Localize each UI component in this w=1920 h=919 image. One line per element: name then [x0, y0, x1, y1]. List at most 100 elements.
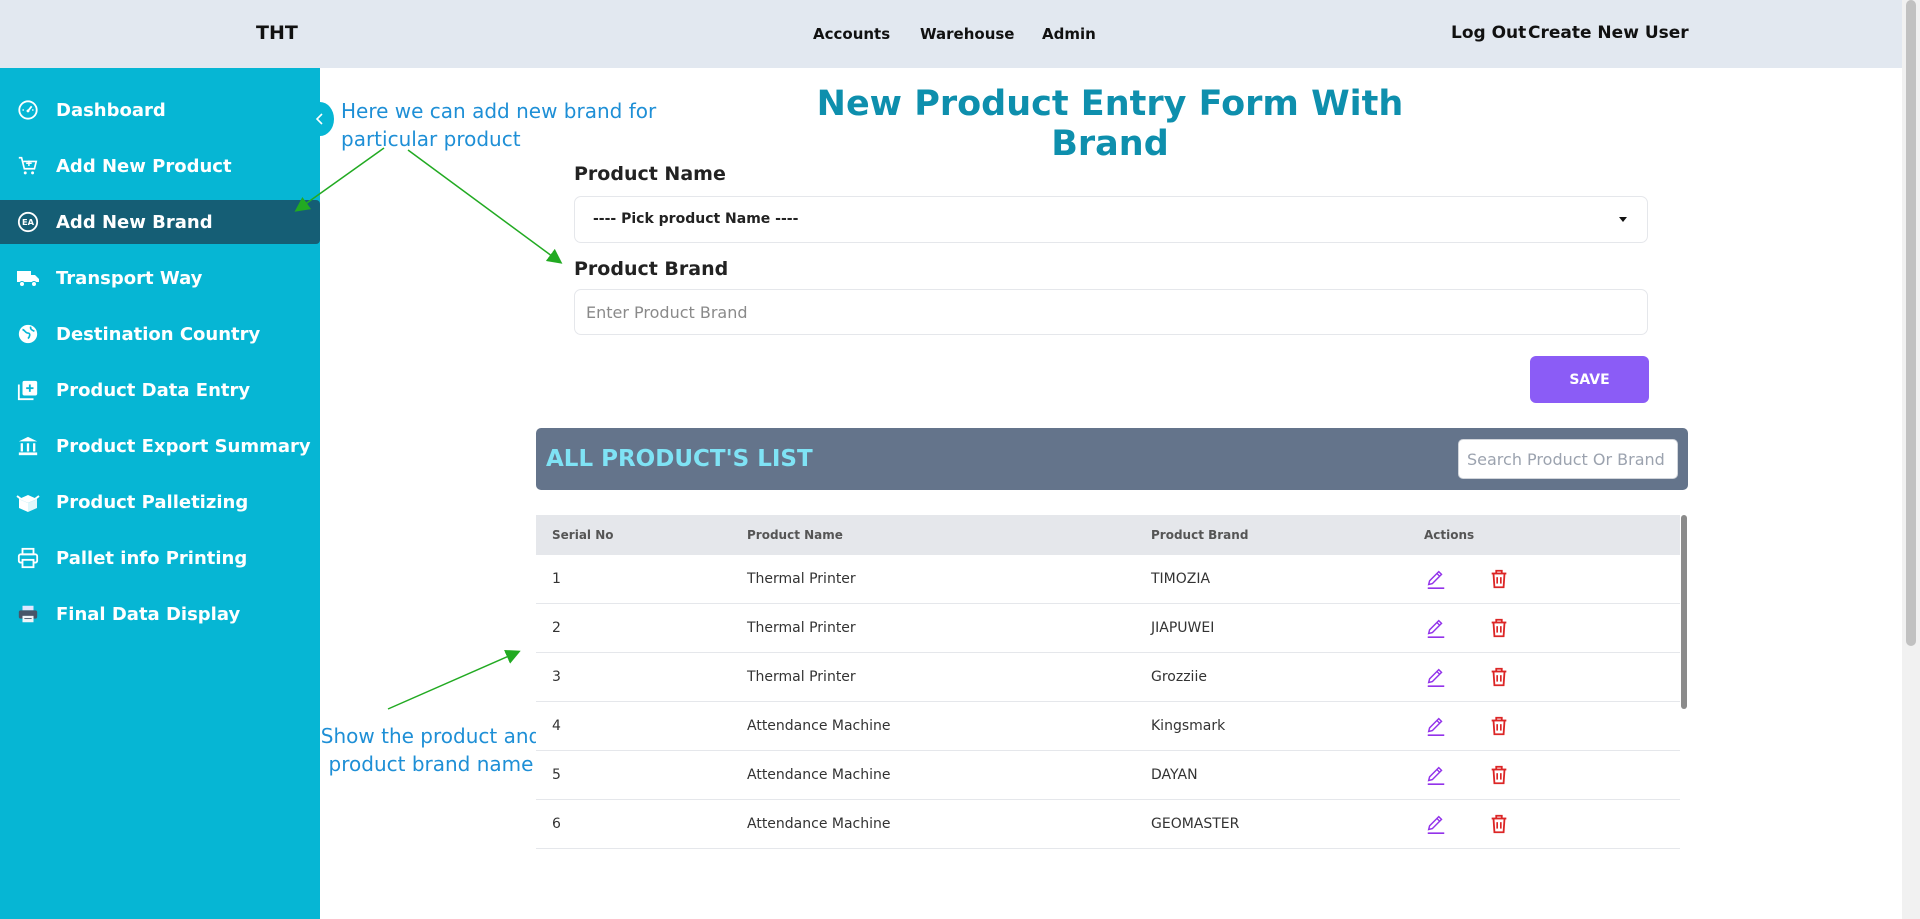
edit-icon[interactable] [1425, 813, 1447, 835]
printer-icon [16, 546, 40, 570]
arrow-to-table [387, 649, 521, 710]
delete-icon[interactable] [1488, 715, 1510, 737]
cell-product-name: Thermal Printer [747, 571, 856, 587]
sidebar-item-transport-way[interactable]: Transport Way [0, 256, 320, 300]
sidebar-item-label: Product Palletizing [56, 491, 249, 513]
cell-product-brand: DAYAN [1151, 767, 1198, 783]
column-header-product-name: Product Name [747, 528, 843, 542]
sidebar-item-label: Add New Brand [56, 211, 213, 233]
sidebar-item-label: Product Data Entry [56, 379, 251, 401]
arrow-to-brand-field [407, 149, 563, 264]
sidebar-item-final-data-display[interactable]: Final Data Display [0, 592, 320, 636]
create-user-link[interactable]: Create New User [1528, 23, 1689, 43]
cell-serial: 2 [552, 620, 561, 636]
sidebar-item-label: Final Data Display [56, 603, 241, 625]
top-navbar: THT Accounts Warehouse Admin Log Out Cre… [0, 0, 1902, 68]
bank-icon [16, 434, 40, 458]
sidebar-item-label: Transport Way [56, 267, 203, 289]
cell-serial: 4 [552, 718, 561, 734]
search-input[interactable] [1458, 439, 1678, 479]
column-header-actions: Actions [1424, 528, 1475, 542]
sidebar-item-product-export-summary[interactable]: Product Export Summary [0, 424, 320, 468]
truck-icon [16, 266, 40, 290]
table-row: 4 Attendance Machine Kingsmark [536, 702, 1680, 751]
chevron-left-icon [315, 113, 323, 125]
package-icon [16, 490, 40, 514]
app-brand[interactable]: THT [256, 22, 298, 44]
cell-serial: 6 [552, 816, 561, 832]
delete-icon[interactable] [1488, 617, 1510, 639]
cart-icon [16, 154, 40, 178]
delete-icon[interactable] [1488, 568, 1510, 590]
nav-admin[interactable]: Admin [1042, 25, 1096, 43]
edit-icon[interactable] [1425, 715, 1447, 737]
svg-text:EA: EA [22, 217, 35, 227]
delete-icon[interactable] [1488, 666, 1510, 688]
product-name-label: Product Name [574, 163, 726, 185]
cell-product-name: Attendance Machine [747, 718, 891, 734]
cell-serial: 1 [552, 571, 561, 587]
page-title: New Product Entry Form With Brand [816, 84, 1404, 164]
ea-brand-icon: EA [16, 210, 40, 234]
column-header-product-brand: Product Brand [1151, 528, 1249, 542]
cell-product-name: Thermal Printer [747, 669, 856, 685]
table-row: 2 Thermal Printer JIAPUWEI [536, 604, 1680, 653]
annotation-note-list: Show the product and product brand name [320, 724, 542, 776]
edit-icon[interactable] [1425, 666, 1447, 688]
table-row: 1 Thermal Printer TIMOZIA [536, 555, 1680, 604]
cell-product-brand: TIMOZIA [1151, 571, 1211, 587]
globe-icon [16, 322, 40, 346]
nav-accounts[interactable]: Accounts [813, 25, 890, 43]
logout-link[interactable]: Log Out [1451, 23, 1526, 43]
product-brand-input[interactable] [574, 289, 1648, 335]
page-scrollbar-thumb[interactable] [1906, 0, 1916, 646]
add-box-icon [16, 378, 40, 402]
cell-product-name: Attendance Machine [747, 767, 891, 783]
sidebar-item-product-palletizing[interactable]: Product Palletizing [0, 480, 320, 524]
edit-icon[interactable] [1425, 617, 1447, 639]
sidebar-item-pallet-info-printing[interactable]: Pallet info Printing [0, 536, 320, 580]
table-scrollbar[interactable] [1681, 515, 1687, 709]
save-button[interactable]: SAVE [1530, 356, 1649, 403]
sidebar-collapse-button[interactable] [306, 102, 334, 136]
table-header: Serial No Product Name Product Brand Act… [536, 515, 1680, 555]
sidebar-item-destination-country[interactable]: Destination Country [0, 312, 320, 356]
cell-product-brand: GEOMASTER [1151, 816, 1240, 832]
sidebar-item-product-data-entry[interactable]: Product Data Entry [0, 368, 320, 412]
cell-serial: 3 [552, 669, 561, 685]
edit-icon[interactable] [1425, 764, 1447, 786]
sidebar: Dashboard Add New Product EA Add New Bra… [0, 68, 320, 919]
sidebar-item-label: Product Export Summary [56, 435, 311, 457]
cell-serial: 5 [552, 767, 561, 783]
page-scrollbar[interactable] [1902, 0, 1920, 919]
table-row: 3 Thermal Printer Grozziie [536, 653, 1680, 702]
product-brand-label: Product Brand [574, 258, 729, 280]
sidebar-item-label: Dashboard [56, 99, 166, 121]
sidebar-item-add-new-brand[interactable]: EA Add New Brand [0, 200, 320, 244]
cell-product-name: Thermal Printer [747, 620, 856, 636]
cell-product-brand: Grozziie [1151, 669, 1207, 685]
dashboard-gauge-icon [16, 98, 40, 122]
sidebar-item-label: Destination Country [56, 323, 261, 345]
delete-icon[interactable] [1488, 764, 1510, 786]
product-list-title: ALL PRODUCT'S LIST [546, 446, 813, 472]
cell-product-brand: Kingsmark [1151, 718, 1226, 734]
product-name-select[interactable]: ---- Pick product Name ---- [574, 196, 1648, 243]
annotation-note-brand: Here we can add new brand for particular… [341, 99, 657, 151]
edit-icon[interactable] [1425, 568, 1447, 590]
product-name-selected: ---- Pick product Name ---- [593, 211, 799, 227]
sidebar-item-add-new-product[interactable]: Add New Product [0, 144, 320, 188]
sidebar-item-label: Add New Product [56, 155, 232, 177]
chevron-down-icon [1619, 217, 1627, 222]
printer-filled-icon [16, 602, 40, 626]
cell-product-name: Attendance Machine [747, 816, 891, 832]
cell-product-brand: JIAPUWEI [1151, 620, 1215, 636]
table-row: 6 Attendance Machine GEOMASTER [536, 800, 1680, 849]
sidebar-item-dashboard[interactable]: Dashboard [0, 88, 320, 132]
nav-warehouse[interactable]: Warehouse [920, 25, 1014, 43]
product-table: Serial No Product Name Product Brand Act… [536, 515, 1688, 867]
delete-icon[interactable] [1488, 813, 1510, 835]
sidebar-item-label: Pallet info Printing [56, 547, 248, 569]
table-row: 5 Attendance Machine DAYAN [536, 751, 1680, 800]
column-header-serial: Serial No [552, 528, 614, 542]
